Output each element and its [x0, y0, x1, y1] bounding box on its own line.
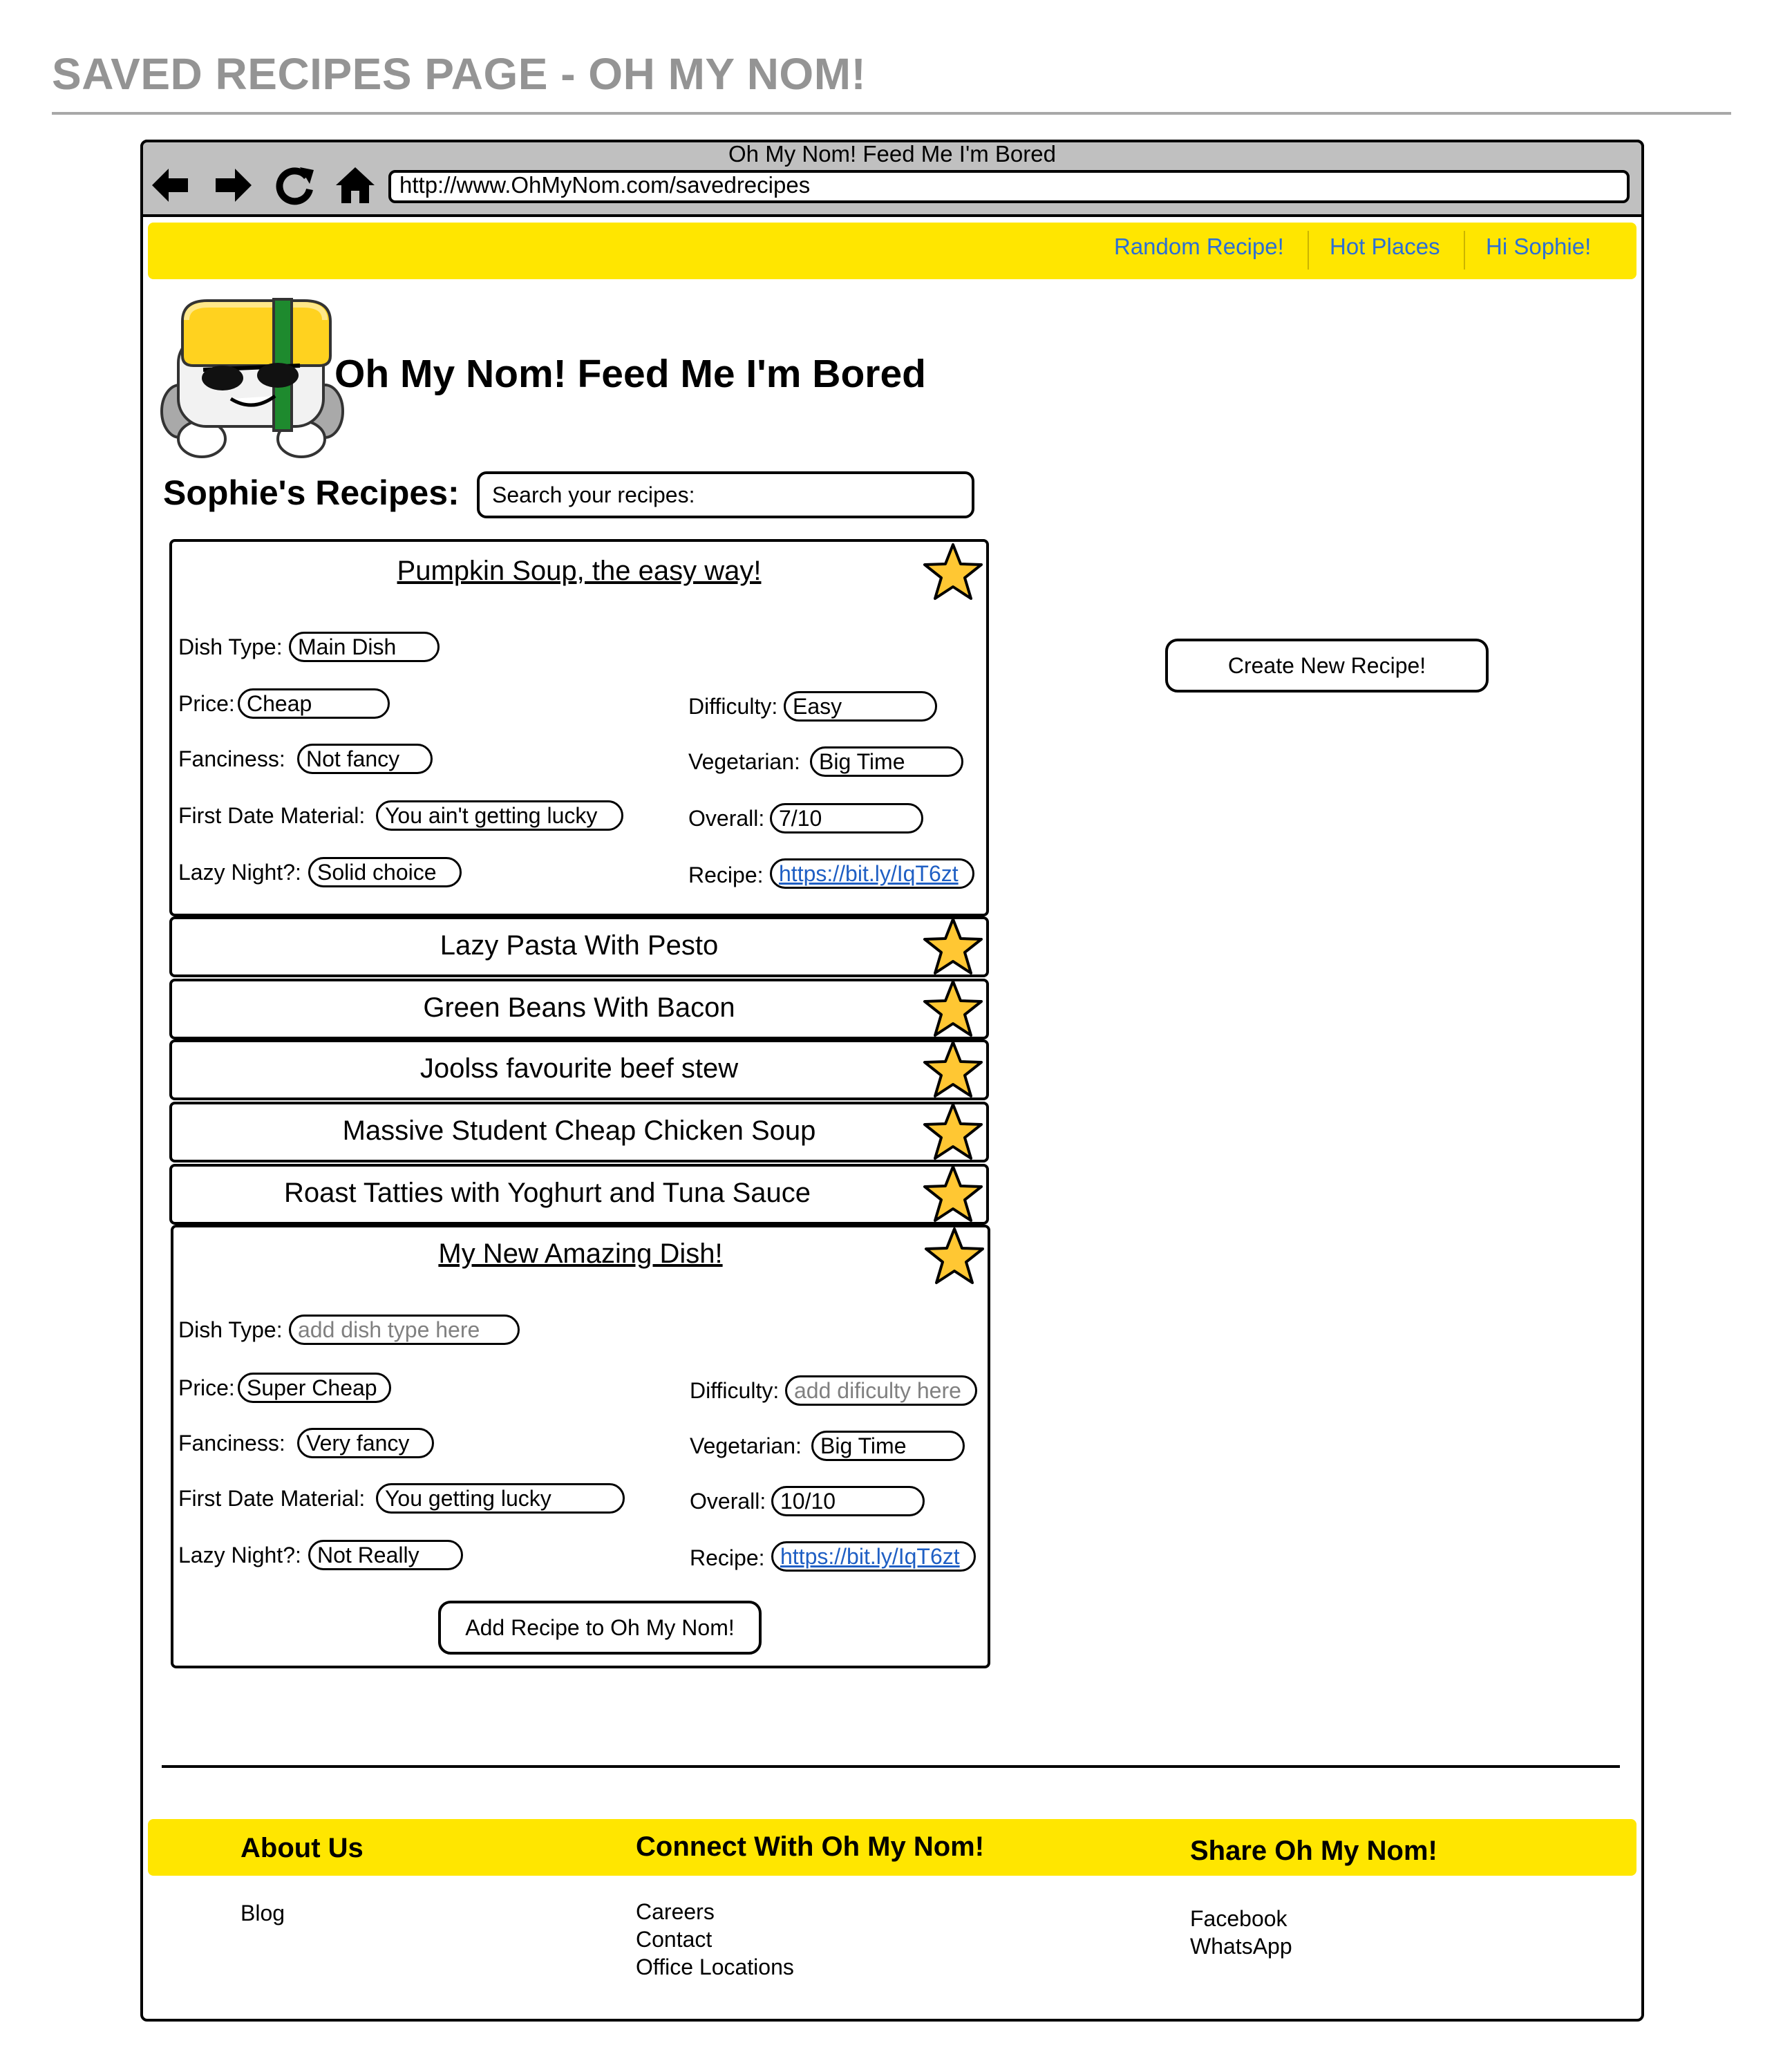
footer-about-heading: About Us — [240, 1833, 364, 1863]
recipe-link-label: Recipe: — [688, 863, 764, 887]
heading-divider — [52, 112, 1731, 115]
footer-link-whatsapp[interactable]: WhatsApp — [1190, 1932, 1292, 1960]
recipe-row-title[interactable]: Lazy Pasta With Pesto — [169, 930, 989, 961]
fanciness-label: Fanciness: — [178, 1431, 285, 1456]
recipes-heading: Sophie's Recipes: — [163, 473, 460, 512]
favourite-star-icon[interactable] — [922, 542, 984, 603]
back-arrow-icon[interactable] — [148, 163, 192, 207]
difficulty-label: Difficulty: — [688, 694, 778, 719]
overall-field[interactable]: 7/10 — [770, 803, 923, 833]
footer-link-office-locations[interactable]: Office Locations — [636, 1953, 794, 1981]
dish-type-input[interactable]: add dish type here — [289, 1315, 520, 1345]
recipe-link-label: Recipe: — [690, 1545, 765, 1570]
lazy-night-field[interactable]: Solid choice — [308, 857, 462, 887]
reload-icon[interactable] — [272, 163, 317, 207]
footer-link-contact[interactable]: Contact — [636, 1925, 712, 1953]
fanciness-label: Fanciness: — [178, 746, 285, 771]
nav-link-random-recipe[interactable]: Random Recipe! — [1114, 234, 1284, 260]
footer-share-heading: Share Oh My Nom! — [1190, 1836, 1437, 1866]
fanciness-input[interactable]: Very fancy — [297, 1428, 434, 1458]
favourite-star-icon[interactable] — [922, 1102, 984, 1162]
overall-label: Overall: — [690, 1489, 766, 1514]
recipe-row-title[interactable]: Green Beans With Bacon — [169, 992, 989, 1024]
nav-divider — [1308, 231, 1309, 270]
lazy-night-label: Lazy Night?: — [178, 860, 301, 885]
price-label: Price: — [178, 1375, 235, 1400]
vegetarian-field[interactable]: Big Time — [810, 746, 963, 777]
favourite-star-icon[interactable] — [922, 916, 984, 977]
overall-label: Overall: — [688, 806, 765, 831]
dish-type-label: Dish Type: — [178, 634, 283, 659]
page-heading: SAVED RECIPES PAGE - OH MY NOM! — [52, 49, 867, 99]
favourite-star-icon[interactable] — [922, 1164, 984, 1225]
site-title: Oh My Nom! Feed Me I'm Bored — [334, 352, 926, 396]
footer-connect-heading: Connect With Oh My Nom! — [636, 1831, 985, 1862]
dish-type-field[interactable]: Main Dish — [289, 632, 440, 662]
lazy-night-input[interactable]: Not Really — [308, 1540, 463, 1570]
search-recipes-input[interactable]: Search your recipes: — [477, 471, 974, 518]
footer-link-blog[interactable]: Blog — [240, 1899, 285, 1927]
forward-arrow-icon[interactable] — [211, 163, 256, 207]
create-new-recipe-button[interactable]: Create New Recipe! — [1165, 639, 1489, 693]
nav-divider — [1464, 231, 1465, 270]
site-logo — [159, 294, 346, 463]
difficulty-field[interactable]: Easy — [784, 691, 937, 722]
recipe-row-title[interactable]: Joolss favourite beef stew — [169, 1053, 989, 1084]
nav-link-user-greeting[interactable]: Hi Sophie! — [1486, 234, 1591, 260]
first-date-field[interactable]: You ain't getting lucky — [376, 800, 623, 831]
home-icon[interactable] — [333, 163, 377, 207]
address-bar[interactable]: http://www.OhMyNom.com/savedrecipes — [388, 170, 1630, 203]
favourite-star-icon[interactable] — [923, 1226, 985, 1287]
recipe-row-title[interactable]: Roast Tatties with Yoghurt and Tuna Sauc… — [169, 1178, 925, 1209]
vegetarian-label: Vegetarian: — [690, 1433, 802, 1458]
overall-input[interactable]: 10/10 — [771, 1486, 925, 1516]
footer-link-careers[interactable]: Careers — [636, 1898, 715, 1925]
first-date-label: First Date Material: — [178, 803, 366, 828]
add-recipe-button[interactable]: Add Recipe to Oh My Nom! — [438, 1601, 762, 1655]
vegetarian-label: Vegetarian: — [688, 749, 800, 774]
first-date-input[interactable]: You getting lucky — [376, 1483, 625, 1514]
price-input[interactable]: Super Cheap — [238, 1373, 391, 1403]
fanciness-field[interactable]: Not fancy — [297, 744, 433, 774]
recipe-link-input[interactable]: https://bit.ly/IqT6zt — [771, 1541, 976, 1572]
footer-divider — [162, 1765, 1620, 1768]
favourite-star-icon[interactable] — [922, 979, 984, 1039]
recipe-title-link[interactable]: Pumpkin Soup, the easy way! — [169, 556, 989, 587]
recipe-row-title[interactable]: Massive Student Cheap Chicken Soup — [169, 1115, 989, 1147]
first-date-label: First Date Material: — [178, 1486, 366, 1511]
difficulty-input[interactable]: add dificulty here — [785, 1375, 977, 1406]
favourite-star-icon[interactable] — [922, 1039, 984, 1100]
difficulty-label: Difficulty: — [690, 1378, 780, 1403]
nav-link-hot-places[interactable]: Hot Places — [1330, 234, 1440, 260]
new-recipe-title[interactable]: My New Amazing Dish! — [171, 1239, 990, 1270]
vegetarian-input[interactable]: Big Time — [811, 1431, 965, 1461]
footer-link-facebook[interactable]: Facebook — [1190, 1905, 1287, 1932]
recipe-link[interactable]: https://bit.ly/IqT6zt — [770, 858, 974, 889]
price-label: Price: — [178, 691, 235, 716]
dish-type-label: Dish Type: — [178, 1317, 283, 1342]
price-field[interactable]: Cheap — [238, 688, 390, 719]
lazy-night-label: Lazy Night?: — [178, 1543, 301, 1567]
